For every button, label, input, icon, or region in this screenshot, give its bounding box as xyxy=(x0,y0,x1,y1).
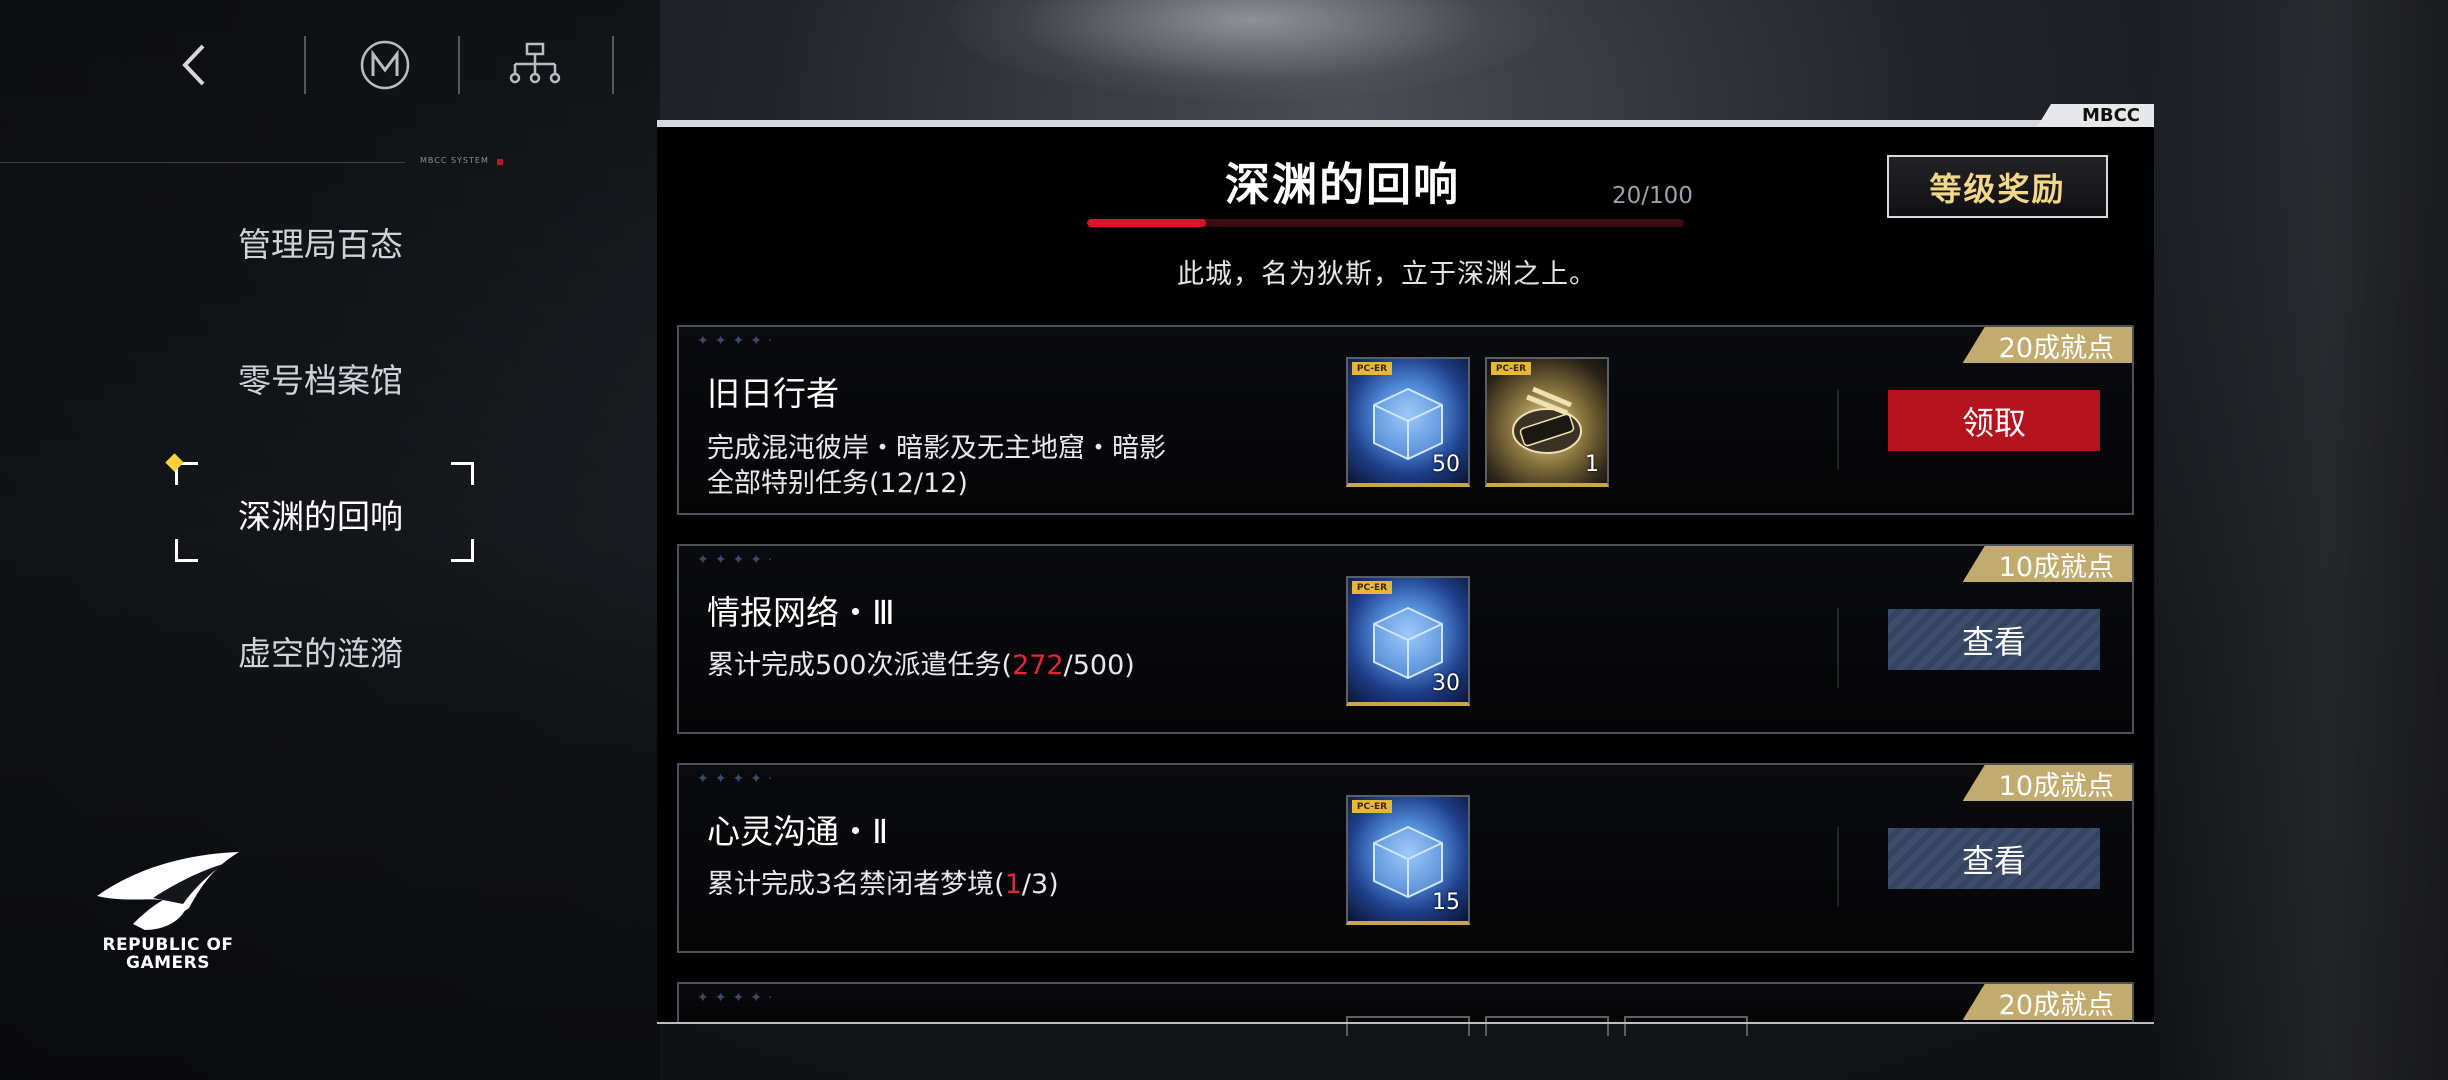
achievement-points-badge: 10成就点 xyxy=(1962,765,2132,802)
crystal-cube-icon xyxy=(1373,387,1443,461)
view-button[interactable]: 查看 xyxy=(1888,828,2100,889)
task-progress-current: 272 xyxy=(1012,650,1064,681)
m-emblem-button[interactable] xyxy=(340,30,430,100)
card-decoration: ✦✦✦✦· xyxy=(697,333,779,349)
hierarchy-button[interactable] xyxy=(490,30,580,100)
task-card: ✦✦✦✦· 心灵沟通・Ⅱ 累计完成3名禁闭者梦境(1/3) 10成就点 PC-E… xyxy=(677,763,2134,953)
frame-corner xyxy=(451,539,474,562)
brand-line-1: REPUBLIC OF xyxy=(102,935,234,955)
progress-text: 20/100 xyxy=(1612,183,1693,209)
task-card: ✦✦✦✦· 20成就点 xyxy=(677,982,2134,1036)
task-title: 情报网络・Ⅲ xyxy=(707,593,895,632)
item-count: 50 xyxy=(1432,452,1460,477)
task-desc-text: 累计完成3名禁闭者梦境( xyxy=(707,869,1005,900)
sidebar-item-void-ripple[interactable]: 虚空的涟漪 xyxy=(238,627,403,675)
card-decoration: ✦✦✦✦· xyxy=(697,552,779,568)
m-emblem-icon xyxy=(360,40,410,90)
panel-top-bar xyxy=(657,120,2154,127)
back-button[interactable] xyxy=(150,30,240,100)
nav-separator xyxy=(612,36,614,94)
task-description: 累计完成3名禁闭者梦境(1/3) xyxy=(707,867,1307,902)
panel-tag: MBCC xyxy=(2037,104,2154,127)
task-desc-text: /500) xyxy=(1063,650,1135,681)
reward-item[interactable] xyxy=(1485,1016,1609,1036)
sidebar-item-abyss-echo[interactable]: 深渊的回响 xyxy=(238,490,403,538)
system-label: MBCC SYSTEM xyxy=(420,156,489,165)
item-tag: PC-ER xyxy=(1352,362,1392,375)
badge-label: 20成就点 xyxy=(1998,332,2114,364)
achievement-points-badge: 20成就点 xyxy=(1962,984,2132,1021)
reward-item[interactable]: PC-ER 50 xyxy=(1346,357,1470,487)
card-decoration: ✦✦✦✦· xyxy=(697,771,779,787)
rog-logo: REPUBLIC OF GAMERS xyxy=(88,850,248,972)
card-divider xyxy=(1837,389,1839,469)
card-decoration: ✦✦✦✦· xyxy=(697,990,779,1006)
sidebar-item-management[interactable]: 管理局百态 xyxy=(238,218,403,266)
nav-separator xyxy=(458,36,460,94)
sidebar-divider xyxy=(0,162,405,163)
rog-eye-icon xyxy=(97,852,239,930)
item-tag: PC-ER xyxy=(1352,581,1392,594)
reward-item[interactable]: PC-ER 1 xyxy=(1485,357,1609,487)
reward-item[interactable] xyxy=(1624,1016,1748,1036)
page-subtitle: 此城，名为狄斯，立于深渊之上。 xyxy=(1177,259,1597,290)
sidebar-item-archive[interactable]: 零号档案馆 xyxy=(238,354,403,402)
background-shade-right xyxy=(2148,0,2448,1080)
chevron-left-icon xyxy=(182,44,205,86)
view-button[interactable]: 查看 xyxy=(1888,609,2100,670)
badge-label: 10成就点 xyxy=(1998,551,2114,583)
background-glow xyxy=(950,0,1550,100)
task-progress-current: 1 xyxy=(1004,869,1022,900)
reward-item[interactable]: PC-ER 15 xyxy=(1346,795,1470,925)
task-desc-text: 累计完成500次派遣任务( xyxy=(707,650,1013,681)
page-title: 深渊的回响 xyxy=(1225,158,1461,211)
frame-corner xyxy=(175,539,198,562)
hierarchy-icon xyxy=(509,42,561,84)
achievement-points-badge: 20成就点 xyxy=(1962,327,2132,364)
claim-button[interactable]: 领取 xyxy=(1888,390,2100,451)
system-indicator-dot xyxy=(497,159,503,165)
brand-line-2: GAMERS xyxy=(126,953,210,973)
task-title: 旧日行者 xyxy=(707,374,839,413)
item-count: 30 xyxy=(1432,671,1460,696)
classified-document-icon xyxy=(1512,386,1582,454)
task-card: ✦✦✦✦· 情报网络・Ⅲ 累计完成500次派遣任务(272/500) 10成就点… xyxy=(677,544,2134,734)
item-count: 15 xyxy=(1432,890,1460,915)
reward-item[interactable]: PC-ER 30 xyxy=(1346,576,1470,706)
task-card: ✦✦✦✦· 旧日行者 完成混沌彼岸・暗影及无主地窟・暗影全部特别任务(12/12… xyxy=(677,325,2134,515)
progress-bar xyxy=(1087,219,1684,227)
badge-label: 20成就点 xyxy=(1998,989,2114,1021)
item-count: 1 xyxy=(1585,452,1599,477)
item-tag: PC-ER xyxy=(1491,362,1531,375)
reward-item[interactable] xyxy=(1346,1016,1470,1036)
card-divider xyxy=(1837,608,1839,688)
item-tag: PC-ER xyxy=(1352,800,1392,813)
level-reward-button[interactable]: 等级奖励 xyxy=(1887,155,2108,218)
task-desc-text: /3) xyxy=(1021,869,1059,900)
task-description: 完成混沌彼岸・暗影及无主地窟・暗影全部特别任务(12/12) xyxy=(707,433,1166,499)
top-nav xyxy=(0,30,660,100)
progress-bar-fill xyxy=(1087,219,1207,227)
badge-label: 10成就点 xyxy=(1998,770,2114,802)
crystal-cube-icon xyxy=(1373,825,1443,899)
crystal-cube-icon xyxy=(1373,606,1443,680)
task-title: 心灵沟通・Ⅱ xyxy=(707,812,889,851)
frame-corner xyxy=(451,462,474,485)
achievement-points-badge: 10成就点 xyxy=(1962,546,2132,583)
card-divider xyxy=(1837,827,1839,907)
task-description: 累计完成500次派遣任务(272/500) xyxy=(707,648,1307,683)
nav-separator xyxy=(304,36,306,94)
panel-bottom-edge xyxy=(657,1022,2154,1024)
